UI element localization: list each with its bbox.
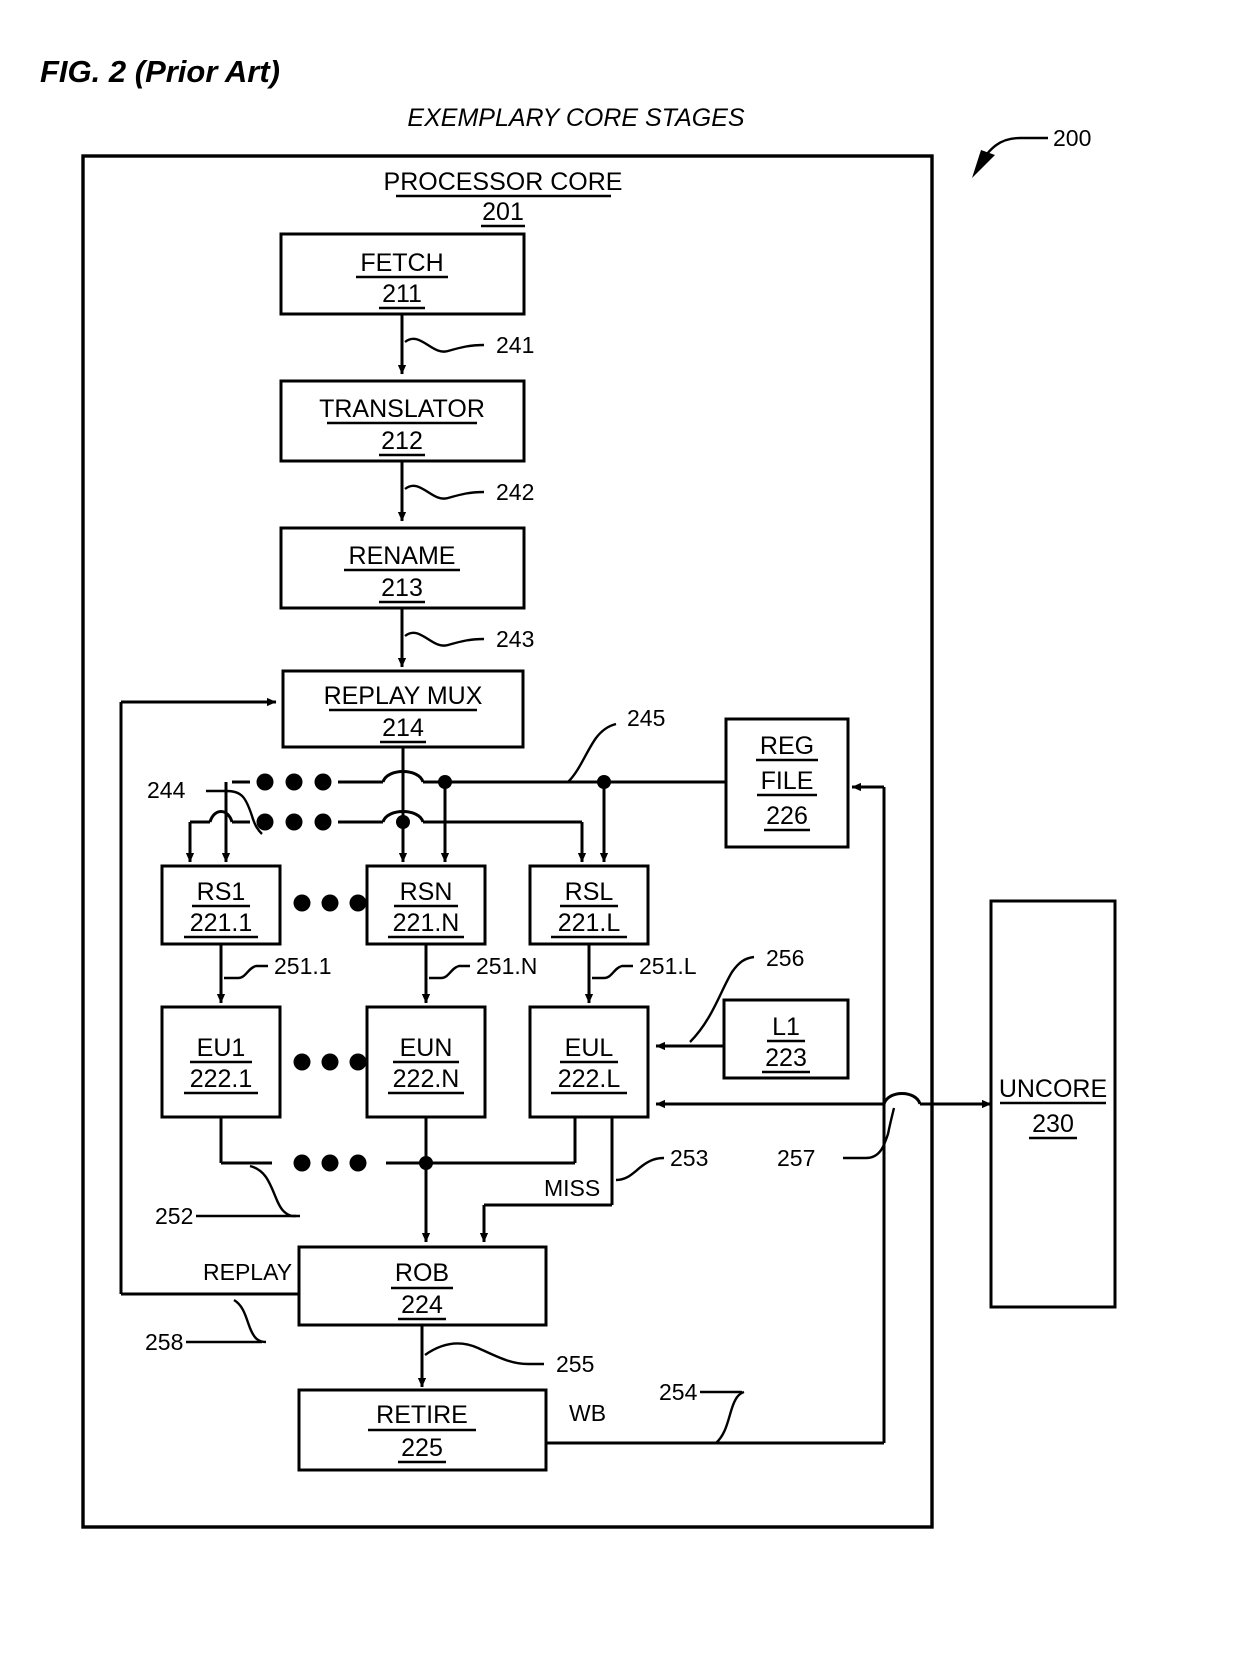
ref-242: 242 [496, 479, 534, 505]
block-rsl[interactable]: RSL 221.L [528, 864, 650, 946]
block-rsn[interactable]: RSN 221.N [365, 864, 487, 946]
block-rs1[interactable]: RS1 221.1 [160, 864, 282, 946]
retire-ref: 225 [401, 1434, 443, 1462]
block-l1[interactable]: L1 223 [722, 998, 850, 1080]
processor-core-label: PROCESSOR CORE [384, 168, 623, 196]
translator-label: TRANSLATOR [319, 395, 485, 423]
block-translator[interactable]: TRANSLATOR 212 [279, 379, 526, 463]
diagram-title: EXEMPLARY CORE STAGES [407, 104, 744, 132]
ref-241: 241 [496, 332, 534, 358]
overall-ref-leader [972, 136, 1048, 178]
processor-core-ref: 201 [482, 198, 524, 226]
block-eul[interactable]: EUL 222.L [528, 1005, 650, 1119]
block-retire[interactable]: RETIRE 225 [297, 1388, 548, 1472]
ref-243: 243 [496, 626, 534, 652]
rsn-label: RSN [400, 878, 453, 906]
block-fetch[interactable]: FETCH 211 [279, 232, 526, 316]
eun-label: EUN [400, 1034, 453, 1062]
eul-label: EUL [565, 1034, 614, 1062]
replay-mux-label: REPLAY MUX [324, 682, 483, 710]
translator-ref: 212 [381, 427, 423, 455]
block-eun[interactable]: EUN 222.N [365, 1005, 487, 1119]
l1-ref: 223 [765, 1044, 807, 1072]
rob-label: ROB [395, 1259, 449, 1287]
uncore-ref: 230 [1032, 1110, 1074, 1138]
rsn-ref: 221.N [393, 909, 460, 937]
ref-251-L: 251.L [639, 953, 697, 979]
eu1-ref: 222.1 [190, 1065, 253, 1093]
patent-figure-2: FIG. 2 (Prior Art) EXEMPLARY CORE STAGES… [0, 0, 1240, 1676]
rsl-ref: 221.L [558, 909, 621, 937]
block-rob[interactable]: ROB 224 [297, 1245, 548, 1327]
reg-file-ref: 226 [766, 802, 808, 830]
block-uncore[interactable]: UNCORE 230 [989, 899, 1117, 1309]
fetch-ref: 211 [382, 280, 422, 308]
block-reg-file[interactable]: REG FILE 226 [724, 717, 850, 849]
rob-ref: 224 [401, 1291, 443, 1319]
ref-255: 254 [659, 1379, 698, 1405]
block-eu1[interactable]: EU1 222.1 [160, 1005, 282, 1119]
label-miss: MISS [544, 1175, 600, 1201]
rsl-label: RSL [565, 878, 614, 906]
ref-254: 256 [766, 945, 804, 971]
reg-file-label-2: FILE [761, 767, 814, 795]
ref-253: 253 [670, 1145, 708, 1171]
figure-caption: FIG. 2 (Prior Art) [40, 54, 280, 89]
rename-ref: 213 [381, 574, 423, 602]
fetch-label: FETCH [360, 249, 443, 277]
label-replay: REPLAY [203, 1259, 292, 1285]
eul-ref: 222.L [558, 1065, 621, 1093]
rs1-ref: 221.1 [190, 909, 253, 937]
retire-label: RETIRE [376, 1401, 468, 1429]
block-rename[interactable]: RENAME 213 [279, 526, 526, 610]
ref-258: 258 [145, 1329, 183, 1355]
ref-251-N: 251.N [476, 953, 537, 979]
rename-label: RENAME [349, 542, 456, 570]
ref-252: 252 [155, 1203, 193, 1229]
ref-245: 245 [627, 705, 665, 731]
eu-ellipsis [293, 1053, 367, 1071]
ref-251-1: 251.1 [274, 953, 332, 979]
rs-ellipsis [293, 894, 367, 912]
replay-mux-ref: 214 [382, 714, 424, 742]
ref-256: 257 [777, 1145, 815, 1171]
uncore-label: UNCORE [999, 1075, 1107, 1103]
eun-ref: 222.N [393, 1065, 460, 1093]
l1-label: L1 [772, 1013, 800, 1041]
rs1-label: RS1 [197, 878, 246, 906]
eu1-label: EU1 [197, 1034, 246, 1062]
ref-257: 255 [556, 1351, 594, 1377]
reg-file-label-1: REG [760, 732, 814, 760]
block-replay-mux[interactable]: REPLAY MUX 214 [281, 669, 525, 749]
label-wb: WB [569, 1400, 606, 1426]
ref-200: 200 [1053, 125, 1091, 151]
ref-244: 244 [147, 777, 186, 803]
